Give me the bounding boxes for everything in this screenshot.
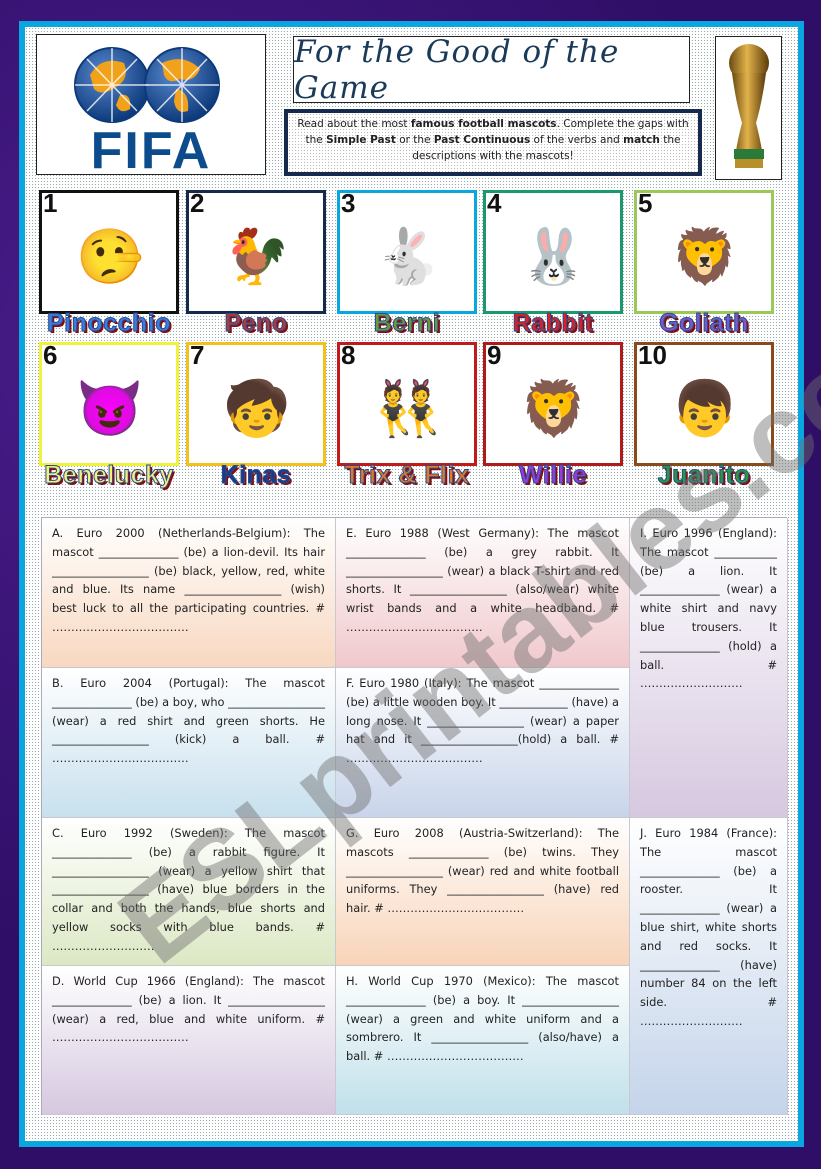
twins-icon: 👯 (374, 378, 442, 439)
exercise-a: A. Euro 2000 (Netherlands-Belgium): The … (42, 518, 336, 668)
mascot-name-label: Benelucky (44, 461, 174, 489)
mascot-card: 9 🦁 (483, 342, 623, 466)
fifa-logo: FIFA (36, 34, 266, 180)
exercise-g: G. Euro 2008 (Austria-Switzerland): The … (336, 818, 630, 966)
exercise-d: D. World Cup 1966 (England): The mascot … (42, 966, 336, 1115)
mascot-number: 5 (638, 190, 653, 218)
mascot-name-label: Pinocchio (47, 309, 171, 337)
wooden-boy-icon: 🤥 (76, 226, 144, 287)
world-cup-image (715, 36, 782, 180)
exercise-e: E. Euro 1988 (West Germany): The mascot … (336, 518, 630, 668)
mascot-card: 7 🧒 (186, 342, 326, 466)
instr-bold: famous football mascots (410, 118, 557, 130)
rabbit-icon: 🐰 (520, 226, 588, 287)
mascot-card: 4 🐰 (483, 190, 623, 314)
exercise-h: H. World Cup 1970 (Mexico): The mascot _… (336, 966, 630, 1115)
mascot-name-label: Trix & Flix (344, 461, 470, 489)
page-title-box: For the Good of the Game (293, 33, 690, 106)
exercise-j: J. Euro 1984 (France): The mascot ______… (630, 818, 788, 1115)
lion-icon: 🦁 (520, 378, 588, 439)
mascot-name-label: Willie (518, 461, 588, 489)
rooster-icon: 🐓 (223, 226, 291, 287)
worksheet-page: FIFA For the Good of the Game Read about… (25, 27, 821, 1141)
mascot-card: 5 🦁 (634, 190, 774, 314)
mascot-card: 8 👯 (337, 342, 477, 466)
boy-icon: 🧒 (223, 378, 291, 439)
mascot-name-label: Goliath (659, 309, 749, 337)
sombrero-boy-icon: 👦 (671, 378, 739, 439)
mascot-number: 1 (43, 190, 58, 218)
mascot-card: 1 🤥 (39, 190, 179, 314)
mascot-card: 10 👦 (634, 342, 774, 466)
mascot-card: 3 🐇 (337, 190, 477, 314)
instructions-box: Read about the most famous football masc… (284, 109, 702, 176)
lion-devil-icon: 😈 (76, 378, 144, 439)
mascot-card: 6 😈 (39, 342, 179, 466)
exercise-f: F. Euro 1980 (Italy): The mascot _______… (336, 668, 630, 818)
exercise-grid: A. Euro 2000 (Netherlands-Belgium): The … (41, 517, 788, 1115)
exercise-b: B. Euro 2004 (Portugal): The mascot ____… (42, 668, 336, 818)
instr-text: of the verbs and (530, 134, 624, 146)
instr-bold: match (623, 134, 660, 146)
mascot-number: 3 (341, 190, 356, 218)
mascot-number: 8 (341, 342, 356, 370)
mascot-number: 2 (190, 190, 205, 218)
instr-bold: Past Continuous (433, 134, 531, 146)
mascot-number: 6 (43, 342, 58, 370)
mascot-name-label: Juanito (657, 461, 751, 489)
worksheet-frame: FIFA For the Good of the Game Read about… (19, 21, 821, 1147)
mascot-number: 9 (487, 342, 502, 370)
trophy-icon (729, 44, 769, 168)
globe-balls-icon (74, 47, 220, 123)
lion-icon: 🦁 (671, 226, 739, 287)
mascot-name-label: Berni (373, 309, 441, 337)
instr-text: Read about the most (297, 118, 411, 130)
mascot-name-label: Rabbit (512, 309, 594, 337)
page-title: For the Good of the Game (294, 33, 620, 106)
mascot-name-label: Kinas (220, 461, 292, 489)
exercise-c: C. Euro 1992 (Sweden): The mascot ______… (42, 818, 336, 966)
mascot-number: 7 (190, 342, 205, 370)
mascot-card: 2 🐓 (186, 190, 326, 314)
rabbit-icon: 🐇 (374, 226, 442, 287)
instr-text: or the (395, 134, 434, 146)
exercise-i: I. Euro 1996 (England): The mascot _____… (630, 518, 788, 818)
instr-bold: Simple Past (326, 134, 396, 146)
mascot-number: 4 (487, 190, 502, 218)
fifa-wordmark: FIFA (90, 122, 212, 180)
mascot-name-label: Peno (224, 309, 288, 337)
